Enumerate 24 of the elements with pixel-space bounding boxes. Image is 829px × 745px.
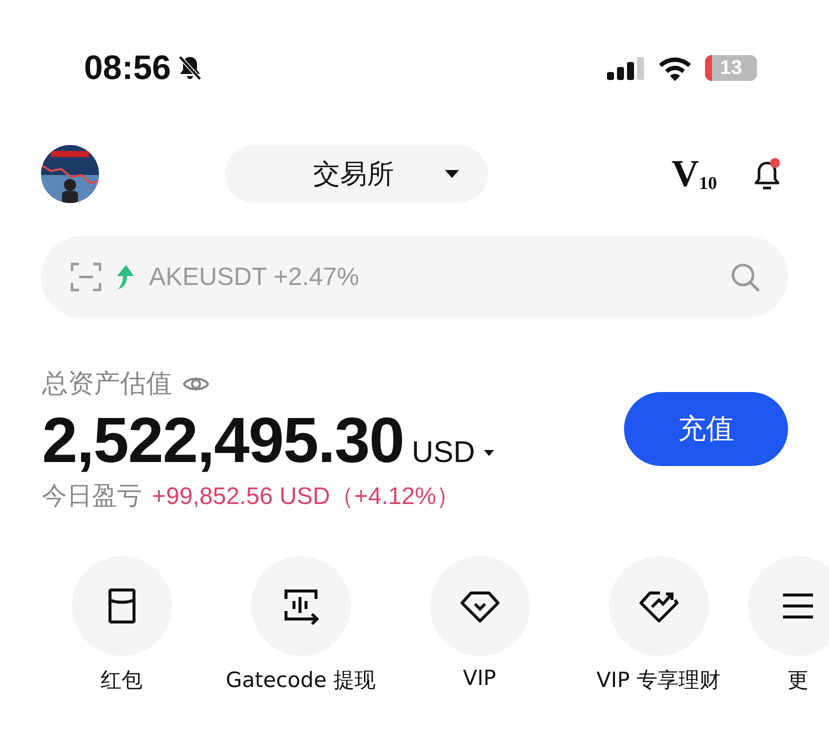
muted-bell-icon bbox=[176, 54, 203, 82]
scan-icon[interactable] bbox=[69, 260, 103, 294]
shortcut-label: VIP 专享理财 bbox=[596, 667, 720, 694]
search-field[interactable]: AKEUSDT +2.47% bbox=[149, 262, 716, 292]
currency-dropdown[interactable]: USD bbox=[412, 436, 496, 470]
pnl-value: +99,852.56 USD（+4.12%） bbox=[152, 482, 460, 512]
caret-icon bbox=[483, 449, 496, 457]
exchange-dropdown[interactable]: 交易所 bbox=[225, 145, 488, 203]
shortcut-label: VIP bbox=[462, 666, 496, 690]
up-arrow-icon bbox=[115, 264, 137, 290]
search-bar[interactable]: AKEUSDT +2.47% bbox=[41, 236, 788, 318]
wifi-icon bbox=[657, 55, 693, 81]
caret-icon bbox=[444, 169, 460, 179]
battery-level: 13 bbox=[720, 56, 742, 80]
vip-level-badge[interactable]: V10 bbox=[672, 155, 717, 193]
total-assets-label: 总资产估值 bbox=[42, 368, 172, 401]
shortcut-label: 更 bbox=[788, 667, 808, 694]
clock-time: 08:56 bbox=[84, 48, 171, 88]
signal-icon bbox=[605, 56, 645, 80]
pnl-label: 今日盈亏 bbox=[42, 480, 142, 512]
shortcut-label: 红包 bbox=[100, 667, 142, 694]
shortcut-label: Gatecode 提现 bbox=[226, 667, 376, 694]
total-balance: 2,522,495.30 bbox=[42, 403, 404, 477]
deposit-button[interactable]: 充值 bbox=[624, 392, 788, 466]
